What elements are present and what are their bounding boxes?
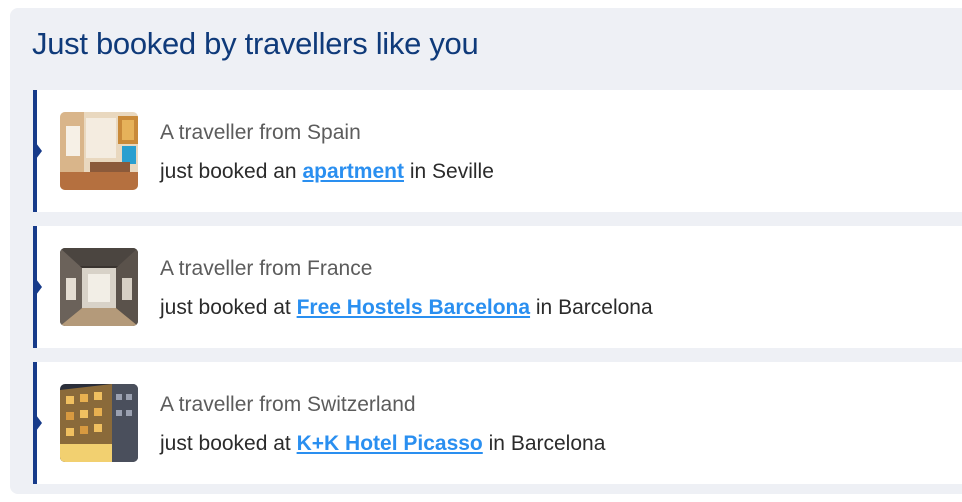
hostel-corridor-photo xyxy=(60,248,138,326)
booking-location: Barcelona xyxy=(510,432,606,455)
traveller-origin: A traveller from France xyxy=(160,257,373,280)
booking-description: just booked at K+K Hotel Picasso in Barc… xyxy=(160,432,606,455)
hotel-thumbnail xyxy=(60,384,138,462)
apartment-interior-photo xyxy=(60,112,138,190)
hostel-link[interactable]: Free Hostels Barcelona xyxy=(297,296,530,319)
booking-location: Barcelona xyxy=(558,296,653,319)
booking-description: just booked at Free Hostels Barcelona in… xyxy=(160,296,653,319)
booking-item: A traveller from Spain just booked an ap… xyxy=(33,90,962,212)
panel-title: Just booked by travellers like you xyxy=(32,26,479,61)
just-booked-panel: Just booked by travellers like you A tra… xyxy=(10,8,962,494)
booking-item: A traveller from France just booked at F… xyxy=(33,226,962,348)
hostel-thumbnail xyxy=(60,248,138,326)
apartment-thumbnail xyxy=(60,112,138,190)
traveller-origin: A traveller from Switzerland xyxy=(160,393,416,416)
apartment-link[interactable]: apartment xyxy=(302,160,404,183)
traveller-origin: A traveller from Spain xyxy=(160,121,361,144)
hotel-link[interactable]: K+K Hotel Picasso xyxy=(297,432,483,455)
pointer-marker xyxy=(36,415,42,431)
booking-location: Seville xyxy=(432,160,494,183)
booking-description: just booked an apartment in Seville xyxy=(160,160,494,183)
hotel-facade-photo xyxy=(60,384,138,462)
pointer-marker xyxy=(36,279,42,295)
pointer-marker xyxy=(36,143,42,159)
booking-item: A traveller from Switzerland just booked… xyxy=(33,362,962,484)
